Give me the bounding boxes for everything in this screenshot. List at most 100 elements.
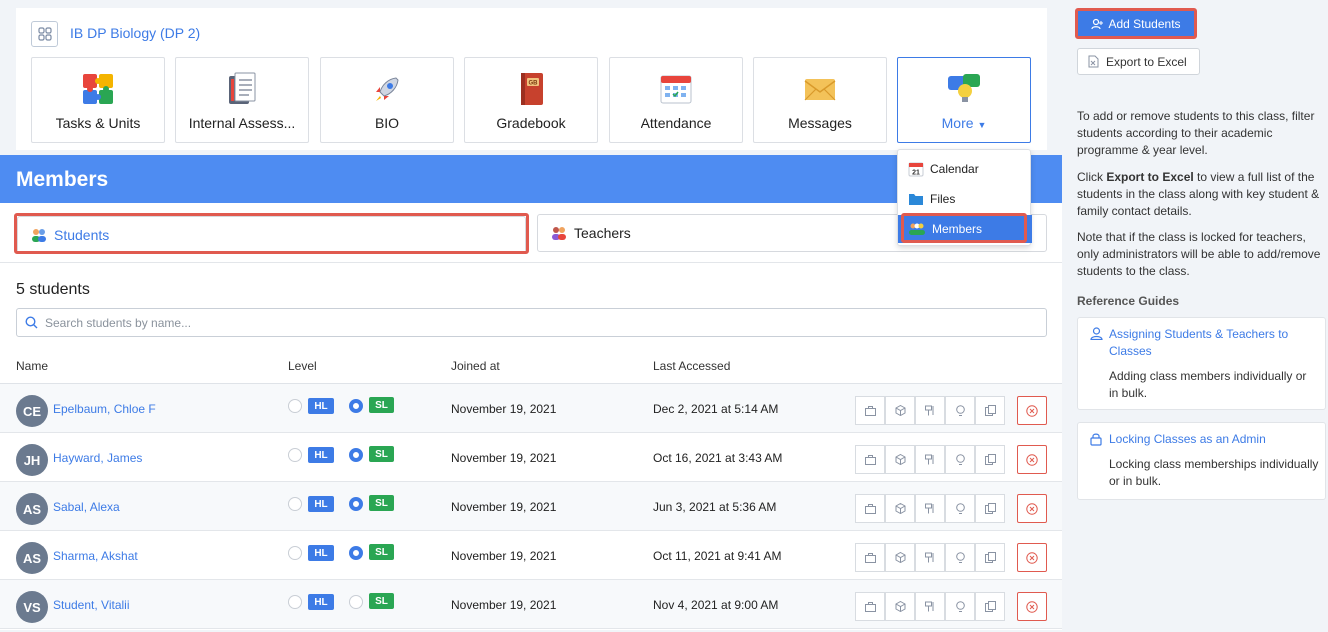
menu-item-files[interactable]: Files xyxy=(898,185,1032,213)
row-action-button[interactable] xyxy=(855,445,885,474)
guide-card-locking[interactable]: Locking Classes as an Admin Locking clas… xyxy=(1077,422,1326,500)
guide-link[interactable]: Locking Classes as an Admin xyxy=(1109,431,1319,448)
row-action-button[interactable] xyxy=(885,445,915,474)
remove-circle-icon xyxy=(1026,600,1038,613)
level-sl-radio[interactable] xyxy=(349,595,363,609)
documents-icon xyxy=(984,503,996,514)
search-input[interactable]: Search students by name... xyxy=(16,308,1047,337)
caret-down-icon: ▼ xyxy=(977,120,987,130)
class-title[interactable]: IB DP Biology (DP 2) xyxy=(70,25,200,41)
row-action-button[interactable] xyxy=(855,396,885,425)
tile-more[interactable]: More ▼ xyxy=(897,57,1031,143)
remove-circle-icon xyxy=(1026,502,1038,515)
export-excel-button[interactable]: Export to Excel xyxy=(1077,48,1200,75)
divider xyxy=(0,262,1062,263)
level-sl-radio[interactable] xyxy=(349,497,363,511)
level-hl-radio[interactable] xyxy=(288,497,302,511)
row-action-button[interactable] xyxy=(975,494,1005,523)
table-row: AS Sharma, Akshat HL SL November 19, 2021 Oct… xyxy=(0,531,1062,580)
avatar: AS xyxy=(16,542,48,574)
tile-tasks-units[interactable]: Tasks & Units xyxy=(31,57,165,143)
row-action-button[interactable] xyxy=(885,494,915,523)
remove-student-button[interactable] xyxy=(1017,494,1047,523)
joined-date: November 19, 2021 xyxy=(451,402,557,416)
lock-icon xyxy=(1090,432,1102,446)
tile-bio[interactable]: BIO xyxy=(320,57,454,143)
calendar-icon: 21 xyxy=(908,161,924,177)
lightbulb-icon xyxy=(955,453,965,466)
row-action-button[interactable] xyxy=(855,494,885,523)
joined-date: November 19, 2021 xyxy=(451,500,557,514)
remove-circle-icon xyxy=(1026,551,1038,564)
row-action-button[interactable] xyxy=(915,592,945,621)
guide-desc: Adding class members individually or in … xyxy=(1109,369,1307,400)
tab-teachers-label: Teachers xyxy=(574,225,631,241)
hl-badge: HL xyxy=(308,545,334,561)
level-hl-radio[interactable] xyxy=(288,546,302,560)
sl-badge: SL xyxy=(369,446,394,462)
level-hl-radio[interactable] xyxy=(288,399,302,413)
row-action-button[interactable] xyxy=(915,543,945,572)
row-action-button[interactable] xyxy=(945,494,975,523)
row-action-button[interactable] xyxy=(945,592,975,621)
guide-card-assigning[interactable]: Assigning Students & Teachers to Classes… xyxy=(1077,317,1326,410)
level-hl-radio[interactable] xyxy=(288,448,302,462)
row-action-button[interactable] xyxy=(975,543,1005,572)
lightbulb-icon xyxy=(955,600,965,613)
calendar-grid-icon xyxy=(657,70,695,108)
remove-student-button[interactable] xyxy=(1017,543,1047,572)
last-accessed: Dec 2, 2021 at 5:14 AM xyxy=(653,402,779,416)
level-sl-radio[interactable] xyxy=(349,448,363,462)
menu-item-calendar[interactable]: 21 Calendar xyxy=(898,155,1032,183)
row-action-button[interactable] xyxy=(975,396,1005,425)
col-last-accessed: Last Accessed xyxy=(653,359,731,373)
last-accessed: Oct 16, 2021 at 3:43 AM xyxy=(653,451,783,465)
student-name-link[interactable]: Sabal, Alexa xyxy=(53,500,120,514)
row-action-button[interactable] xyxy=(945,396,975,425)
level-hl-radio[interactable] xyxy=(288,595,302,609)
student-name-link[interactable]: Sharma, Akshat xyxy=(53,549,138,563)
student-name-link[interactable]: Student, Vitalii xyxy=(53,598,130,612)
student-name-link[interactable]: Epelbaum, Chloe F xyxy=(53,402,156,416)
briefcase-icon xyxy=(864,454,876,465)
row-action-button[interactable] xyxy=(975,445,1005,474)
row-action-button[interactable] xyxy=(885,592,915,621)
student-name-link[interactable]: Hayward, James xyxy=(53,451,142,465)
remove-circle-icon xyxy=(1026,404,1038,417)
highlight-members-item xyxy=(901,213,1027,243)
briefcase-icon xyxy=(864,503,876,514)
reference-guides-heading: Reference Guides xyxy=(1077,294,1180,308)
tile-messages[interactable]: Messages xyxy=(753,57,887,143)
tile-internal-assessment[interactable]: Internal Assess... xyxy=(175,57,309,143)
briefcase-icon xyxy=(864,405,876,416)
user-icon xyxy=(1090,327,1103,340)
row-action-button[interactable] xyxy=(945,543,975,572)
remove-student-button[interactable] xyxy=(1017,592,1047,621)
row-action-button[interactable] xyxy=(885,543,915,572)
svg-text:21: 21 xyxy=(912,170,920,177)
row-action-button[interactable] xyxy=(975,592,1005,621)
remove-student-button[interactable] xyxy=(1017,396,1047,425)
tile-attendance[interactable]: Attendance xyxy=(609,57,743,143)
level-sl-radio[interactable] xyxy=(349,399,363,413)
row-action-button[interactable] xyxy=(915,396,945,425)
table-row: VS Student, Vitalii HL SL November 19, 2021 N… xyxy=(0,580,1062,629)
remove-student-button[interactable] xyxy=(1017,445,1047,474)
row-action-button[interactable] xyxy=(885,396,915,425)
col-name: Name xyxy=(16,359,49,373)
row-action-button[interactable] xyxy=(945,445,975,474)
guide-link[interactable]: Assigning Students & Teachers to Classes xyxy=(1109,326,1319,360)
excel-file-icon xyxy=(1088,55,1106,68)
level-sl-radio[interactable] xyxy=(349,546,363,560)
hl-badge: HL xyxy=(308,496,334,512)
row-action-button[interactable] xyxy=(915,494,945,523)
help-text-export: Click Export to Excel to view a full lis… xyxy=(1077,170,1320,218)
rocket-icon xyxy=(368,70,406,108)
class-grid-icon[interactable] xyxy=(31,21,58,47)
row-action-button[interactable] xyxy=(855,592,885,621)
menu-label: Calendar xyxy=(930,162,979,176)
tile-gradebook[interactable]: GB Gradebook xyxy=(464,57,598,143)
cube-icon xyxy=(895,405,906,416)
row-action-button[interactable] xyxy=(915,445,945,474)
row-action-button[interactable] xyxy=(855,543,885,572)
